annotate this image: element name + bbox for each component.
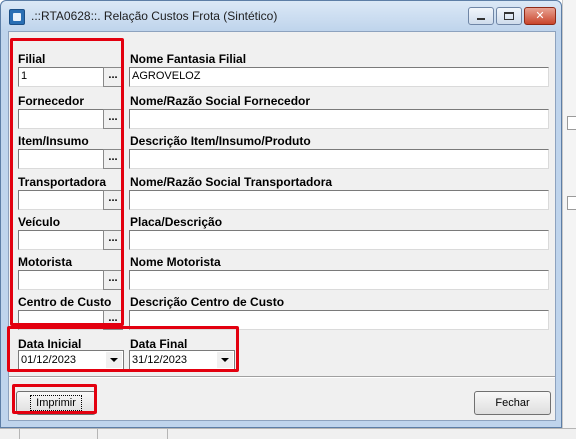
background-grid-cell	[20, 429, 98, 439]
motorista-label: Motorista	[18, 255, 72, 269]
item-label: Item/Insumo	[18, 134, 89, 148]
background-grid-cell	[98, 429, 168, 439]
centro-custo-label: Centro de Custo	[18, 295, 112, 309]
dialog-client-area: Filial 1 ... Nome Fantasia Filial AGROVE…	[8, 31, 556, 421]
veiculo-label: Veículo	[18, 215, 61, 229]
filial-label: Filial	[18, 52, 46, 66]
motorista-name-label: Nome Motorista	[130, 255, 221, 269]
centro-custo-lookup-button[interactable]: ...	[103, 310, 123, 330]
fornecedor-input[interactable]	[18, 109, 105, 129]
minimize-icon	[477, 18, 485, 20]
transportadora-lookup-button[interactable]: ...	[103, 190, 123, 210]
background-control	[567, 196, 576, 210]
item-description-field[interactable]	[129, 149, 549, 169]
data-final-dropdown-button[interactable]	[217, 352, 233, 368]
centro-custo-description-label: Descrição Centro de Custo	[130, 295, 285, 309]
data-inicial-dropdown-button[interactable]	[106, 352, 122, 368]
data-final-value: 31/12/2023	[132, 354, 188, 366]
filial-name-field[interactable]: AGROVELOZ	[129, 67, 549, 87]
data-final-picker[interactable]: 31/12/2023	[129, 350, 235, 370]
fornecedor-name-label: Nome/Razão Social Fornecedor	[130, 94, 311, 108]
filial-lookup-button[interactable]: ...	[103, 67, 123, 87]
maximize-button[interactable]	[496, 7, 522, 25]
filial-input[interactable]: 1	[18, 67, 105, 87]
report-dialog: .::RTA0628::. Relação Custos Frota (Sint…	[0, 0, 562, 428]
veiculo-lookup-button[interactable]: ...	[103, 230, 123, 250]
window-title: .::RTA0628::. Relação Custos Frota (Sint…	[31, 9, 278, 23]
title-bar[interactable]: .::RTA0628::. Relação Custos Frota (Sint…	[1, 1, 561, 31]
item-lookup-button[interactable]: ...	[103, 149, 123, 169]
motorista-input[interactable]	[18, 270, 105, 290]
minimize-button[interactable]	[468, 7, 494, 25]
item-description-label: Descrição Item/Insumo/Produto	[130, 134, 311, 148]
placa-field[interactable]	[129, 230, 549, 250]
transportadora-name-field[interactable]	[129, 190, 549, 210]
print-button-label: Imprimir	[30, 395, 82, 411]
chevron-down-icon	[110, 358, 118, 362]
fornecedor-label: Fornecedor	[18, 94, 85, 108]
button-bar-divider	[9, 376, 555, 378]
fornecedor-lookup-button[interactable]: ...	[103, 109, 123, 129]
transportadora-label: Transportadora	[18, 175, 107, 189]
transportadora-name-label: Nome/Razão Social Transportadora	[130, 175, 333, 189]
print-button[interactable]: Imprimir	[16, 391, 96, 415]
placa-label: Placa/Descrição	[130, 215, 223, 229]
close-button[interactable]: Fechar	[474, 391, 551, 415]
close-icon: ✕	[535, 9, 545, 22]
data-inicial-label: Data Inicial	[18, 337, 82, 351]
veiculo-input[interactable]	[18, 230, 105, 250]
background-grid-row	[0, 428, 576, 439]
data-inicial-picker[interactable]: 01/12/2023	[18, 350, 124, 370]
motorista-lookup-button[interactable]: ...	[103, 270, 123, 290]
data-inicial-value: 01/12/2023	[21, 354, 77, 366]
fornecedor-name-field[interactable]	[129, 109, 549, 129]
background-control	[567, 116, 576, 130]
chevron-down-icon	[221, 358, 229, 362]
filial-name-label: Nome Fantasia Filial	[130, 52, 247, 66]
close-window-button[interactable]: ✕	[524, 7, 556, 25]
maximize-icon	[504, 12, 514, 20]
item-input[interactable]	[18, 149, 105, 169]
background-grid-cell	[0, 429, 20, 439]
motorista-name-field[interactable]	[129, 270, 549, 290]
background-panel-edge	[562, 0, 576, 439]
close-button-label: Fechar	[495, 397, 530, 409]
app-icon	[9, 9, 25, 25]
centro-custo-input[interactable]	[18, 310, 105, 330]
data-final-label: Data Final	[130, 337, 188, 351]
centro-custo-description-field[interactable]	[129, 310, 549, 330]
transportadora-input[interactable]	[18, 190, 105, 210]
